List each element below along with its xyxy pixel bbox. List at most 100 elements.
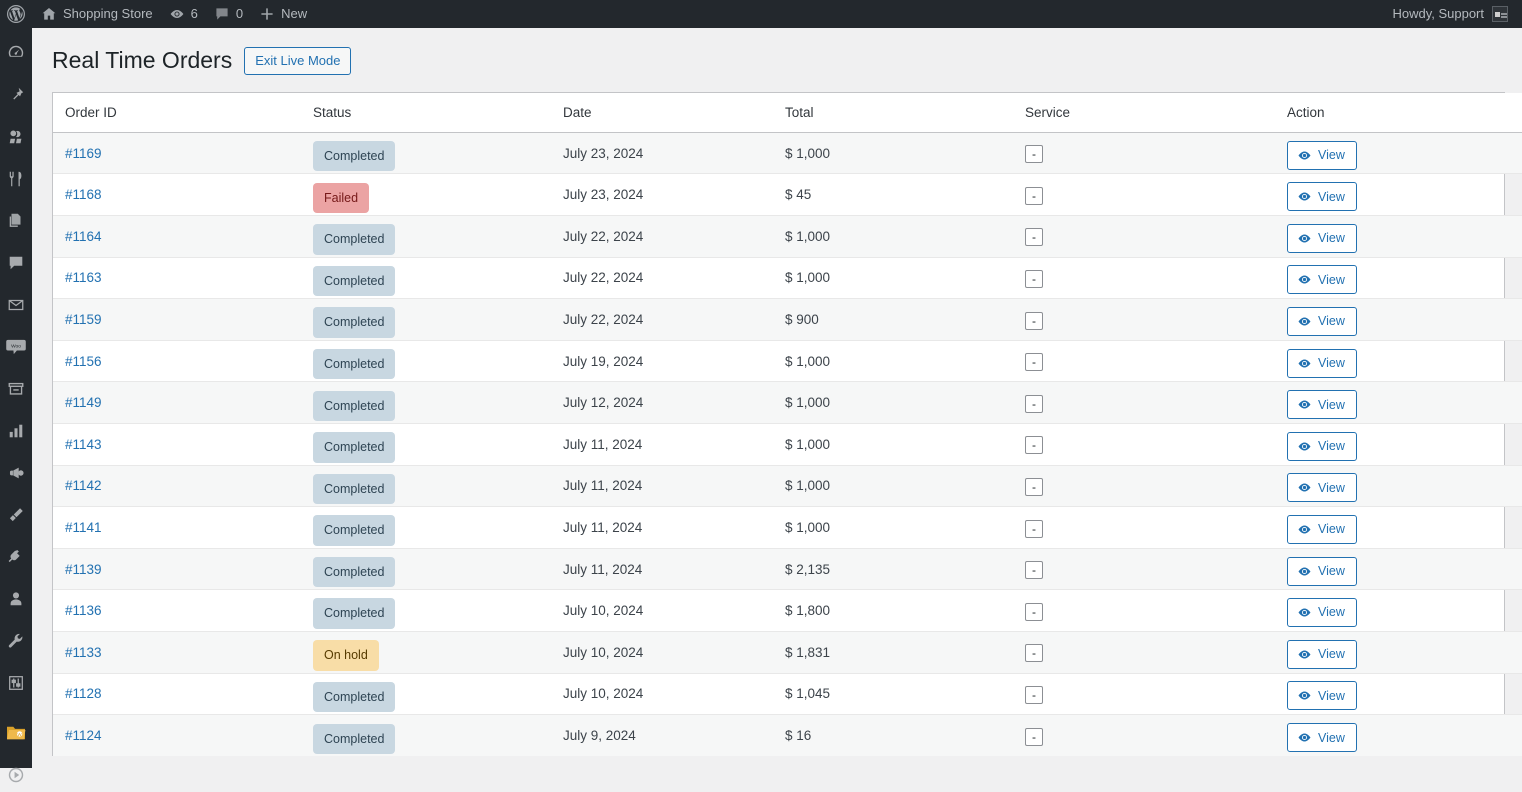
view-order-button[interactable]: View [1287, 639, 1357, 669]
table-row: #1142 Completed July 11, 2024 $ 1,000- View [53, 465, 1522, 508]
view-order-button[interactable]: View [1287, 598, 1357, 628]
sidebar-item-dashboard[interactable] [0, 36, 32, 70]
sidebar-item-tools[interactable] [0, 624, 32, 658]
cell-status: Completed [301, 132, 551, 175]
view-button-label: View [1318, 480, 1345, 495]
sidebar-item-pages[interactable] [0, 204, 32, 238]
view-order-button[interactable]: View [1287, 723, 1357, 753]
column-header-service[interactable]: Service [1013, 92, 1275, 133]
view-order-button[interactable]: View [1287, 182, 1357, 212]
view-order-button[interactable]: View [1287, 390, 1357, 420]
order-id-link[interactable]: #1149 [65, 395, 102, 410]
service-value: - [1025, 269, 1043, 288]
avatar [1492, 6, 1508, 22]
new-content-button[interactable]: New [251, 0, 315, 28]
order-id-link[interactable]: #1139 [65, 562, 102, 577]
view-order-button[interactable]: View [1287, 140, 1357, 170]
cell-service: - [1013, 465, 1275, 508]
sidebar-item-analytics[interactable] [0, 414, 32, 448]
cell-total: $ 2,135 [773, 548, 1013, 591]
order-id-link[interactable]: #1163 [65, 270, 102, 285]
sidebar-item-wp-folder[interactable]: W [0, 716, 32, 750]
view-order-button[interactable]: View [1287, 431, 1357, 461]
view-order-button[interactable]: View [1287, 556, 1357, 586]
table-row: #1139 Completed July 11, 2024 $ 2,135- View [53, 548, 1522, 591]
sidebar-item-woocommerce[interactable]: Woo [0, 330, 32, 364]
cell-action: View [1275, 465, 1522, 508]
cell-order-id: #1142 [53, 465, 301, 508]
sidebar-item-plugins[interactable] [0, 540, 32, 574]
account-menu[interactable]: Howdy, Support [1392, 0, 1522, 28]
order-id-link[interactable]: #1128 [65, 686, 102, 701]
view-order-button[interactable]: View [1287, 307, 1357, 337]
column-header-date[interactable]: Date [551, 92, 773, 133]
site-name-button[interactable]: Shopping Store [33, 0, 161, 28]
column-header-total[interactable]: Total [773, 92, 1013, 133]
order-id-link[interactable]: #1156 [65, 354, 102, 369]
plus-icon [259, 6, 275, 22]
view-button-label: View [1318, 647, 1345, 662]
sidebar-item-live-orders[interactable] [0, 758, 32, 792]
marketing-icon [7, 464, 25, 482]
sidebar-item-appearance[interactable] [0, 498, 32, 532]
comments-button[interactable]: 0 [206, 0, 251, 28]
eye-icon [1297, 730, 1312, 745]
status-badge: Completed [313, 348, 396, 380]
woocommerce-icon: Woo [6, 339, 26, 355]
page-title: Real Time Orders [52, 47, 233, 73]
view-order-button[interactable]: View [1287, 473, 1357, 503]
order-id-link[interactable]: #1169 [65, 146, 102, 161]
eye-icon [1297, 397, 1312, 412]
cell-status: Completed [301, 257, 551, 300]
comment-bubble-icon [214, 6, 230, 22]
view-order-button[interactable]: View [1287, 265, 1357, 295]
cell-order-id: #1141 [53, 506, 301, 549]
updates-button[interactable]: 6 [161, 0, 206, 28]
cell-date: July 10, 2024 [551, 673, 773, 716]
new-content-label: New [281, 6, 308, 21]
cell-date: July 22, 2024 [551, 257, 773, 300]
column-header-order-id[interactable]: Order ID [53, 92, 301, 133]
cell-order-id: #1163 [53, 257, 301, 300]
cell-action: View [1275, 673, 1522, 716]
order-id-link[interactable]: #1142 [65, 478, 102, 493]
status-badge: Completed [313, 432, 396, 463]
column-header-status[interactable]: Status [301, 92, 551, 133]
service-value: - [1025, 685, 1043, 704]
sidebar-item-marketing[interactable] [0, 456, 32, 490]
sidebar-item-products[interactable] [0, 372, 32, 406]
order-id-link[interactable]: #1124 [65, 728, 102, 743]
order-id-link[interactable]: #1164 [65, 229, 102, 244]
status-badge: Completed [313, 224, 396, 255]
order-id-link[interactable]: #1143 [65, 437, 102, 452]
sidebar-item-comments[interactable] [0, 246, 32, 280]
wp-logo-button[interactable] [0, 0, 33, 28]
view-order-button[interactable]: View [1287, 223, 1357, 253]
sidebar-item-restaurant[interactable] [0, 162, 32, 196]
cell-service: - [1013, 589, 1275, 633]
sidebar-item-email[interactable] [0, 288, 32, 322]
order-id-link[interactable]: #1168 [65, 187, 102, 202]
exit-live-mode-button[interactable]: Exit Live Mode [244, 46, 352, 75]
eye-icon [1297, 314, 1312, 329]
cell-date: July 11, 2024 [551, 548, 773, 591]
table-row: #1159 Completed July 22, 2024 $ 900- View [53, 298, 1522, 341]
order-id-link[interactable]: #1136 [65, 603, 102, 618]
column-header-action[interactable]: Action [1275, 92, 1522, 133]
cell-date: July 22, 2024 [551, 298, 773, 341]
view-order-button[interactable]: View [1287, 348, 1357, 378]
sidebar-item-users[interactable] [0, 582, 32, 616]
sidebar-item-posts[interactable] [0, 78, 32, 112]
cell-status: Completed [301, 714, 551, 757]
sidebar-item-media[interactable] [0, 120, 32, 154]
order-id-link[interactable]: #1133 [65, 645, 102, 660]
view-order-button[interactable]: View [1287, 515, 1357, 545]
order-id-link[interactable]: #1159 [65, 312, 102, 327]
cell-total: $ 45 [773, 173, 1013, 217]
view-order-button[interactable]: View [1287, 681, 1357, 711]
table-row: #1128 Completed July 10, 2024 $ 1,045- View [53, 673, 1522, 716]
view-button-label: View [1318, 522, 1345, 537]
sidebar-item-settings[interactable] [0, 666, 32, 700]
service-value: - [1025, 602, 1043, 621]
order-id-link[interactable]: #1141 [65, 520, 102, 535]
